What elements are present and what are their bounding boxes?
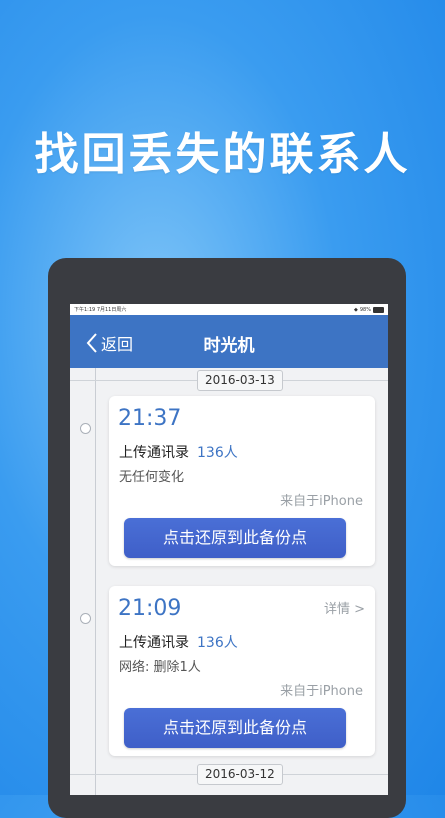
backup-record-card: 21:37 上传通讯录 136人 无任何变化 来自于iPhone 点击还原到此备份… bbox=[80, 396, 375, 566]
upload-count: 136人 bbox=[197, 445, 238, 461]
record-change: 无任何变化 bbox=[119, 470, 185, 485]
promo-headline: 找回丢失的联系人 bbox=[34, 129, 411, 180]
backup-record-card: 21:09 详情 > 上传通讯录 136人 网络: 删除1人 来自于iPhone … bbox=[80, 586, 375, 756]
battery-percent: 98% bbox=[359, 306, 371, 313]
timeline-dot bbox=[80, 423, 91, 434]
upload-label: 上传通讯录 bbox=[119, 445, 189, 461]
app-screen: 下午1:19 7月11日周六 ◆ 98% 返回 时光机 2016-03-13 2… bbox=[70, 304, 388, 795]
upload-count: 136人 bbox=[197, 635, 238, 651]
status-bar: 下午1:19 7月11日周六 ◆ 98% bbox=[70, 304, 388, 315]
restore-button[interactable]: 点击还原到此备份点 bbox=[124, 708, 346, 748]
record-change: 网络: 删除1人 bbox=[119, 660, 201, 675]
navigation-bar: 返回 时光机 bbox=[70, 315, 388, 368]
record-source: 来自于iPhone bbox=[280, 494, 363, 509]
status-right: ◆ 98% bbox=[354, 306, 384, 313]
record-source: 来自于iPhone bbox=[280, 684, 363, 699]
wifi-icon: ◆ bbox=[354, 306, 358, 313]
detail-link[interactable]: 详情 > bbox=[324, 598, 365, 617]
status-time: 下午1:19 7月11日周六 bbox=[74, 307, 127, 313]
record-upload: 上传通讯录 136人 bbox=[119, 632, 238, 652]
upload-label: 上传通讯录 bbox=[119, 635, 189, 651]
restore-button[interactable]: 点击还原到此备份点 bbox=[124, 518, 346, 558]
record-time: 21:09 bbox=[118, 596, 182, 621]
timeline-dot bbox=[80, 613, 91, 624]
page-title: 时光机 bbox=[203, 336, 255, 356]
date-label: 2016-03-13 bbox=[197, 370, 283, 391]
record-time: 21:37 bbox=[118, 406, 182, 431]
timeline-line bbox=[95, 368, 96, 795]
battery-icon bbox=[373, 306, 384, 313]
record-upload: 上传通讯录 136人 bbox=[119, 442, 238, 462]
date-label: 2016-03-12 bbox=[197, 764, 283, 785]
